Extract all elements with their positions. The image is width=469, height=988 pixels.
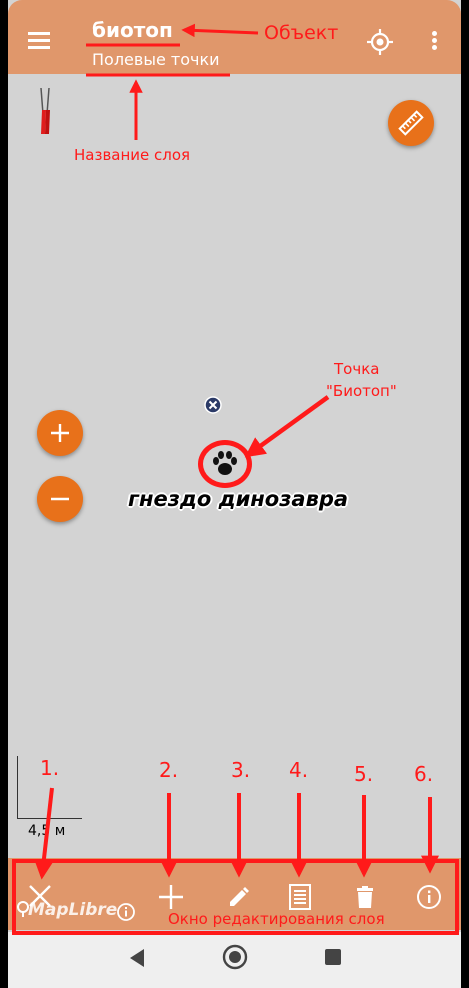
annotation-number-5: 5. <box>354 762 374 786</box>
annotation-point-line2: "Биотоп" <box>326 382 397 400</box>
annotation-number-4: 4. <box>289 758 309 782</box>
arrow-point <box>244 395 330 458</box>
annotation-number-3: 3. <box>231 758 251 782</box>
annotation-number-2: 2. <box>159 758 179 782</box>
annotation-underlines <box>86 43 230 77</box>
arrow-object <box>181 23 259 38</box>
annotation-point-line1: Точка <box>334 360 380 378</box>
phone-screen: биотоп Полевые точки гнездо динозавра 4,… <box>8 0 461 988</box>
annotation-layer-name: Название слоя <box>74 146 191 164</box>
annotation-number-6: 6. <box>414 762 434 786</box>
annotation-number-1: 1. <box>40 756 60 780</box>
annotation-object: Объект <box>264 22 339 44</box>
annotation-edit-window: Окно редактирования слоя <box>168 910 385 928</box>
